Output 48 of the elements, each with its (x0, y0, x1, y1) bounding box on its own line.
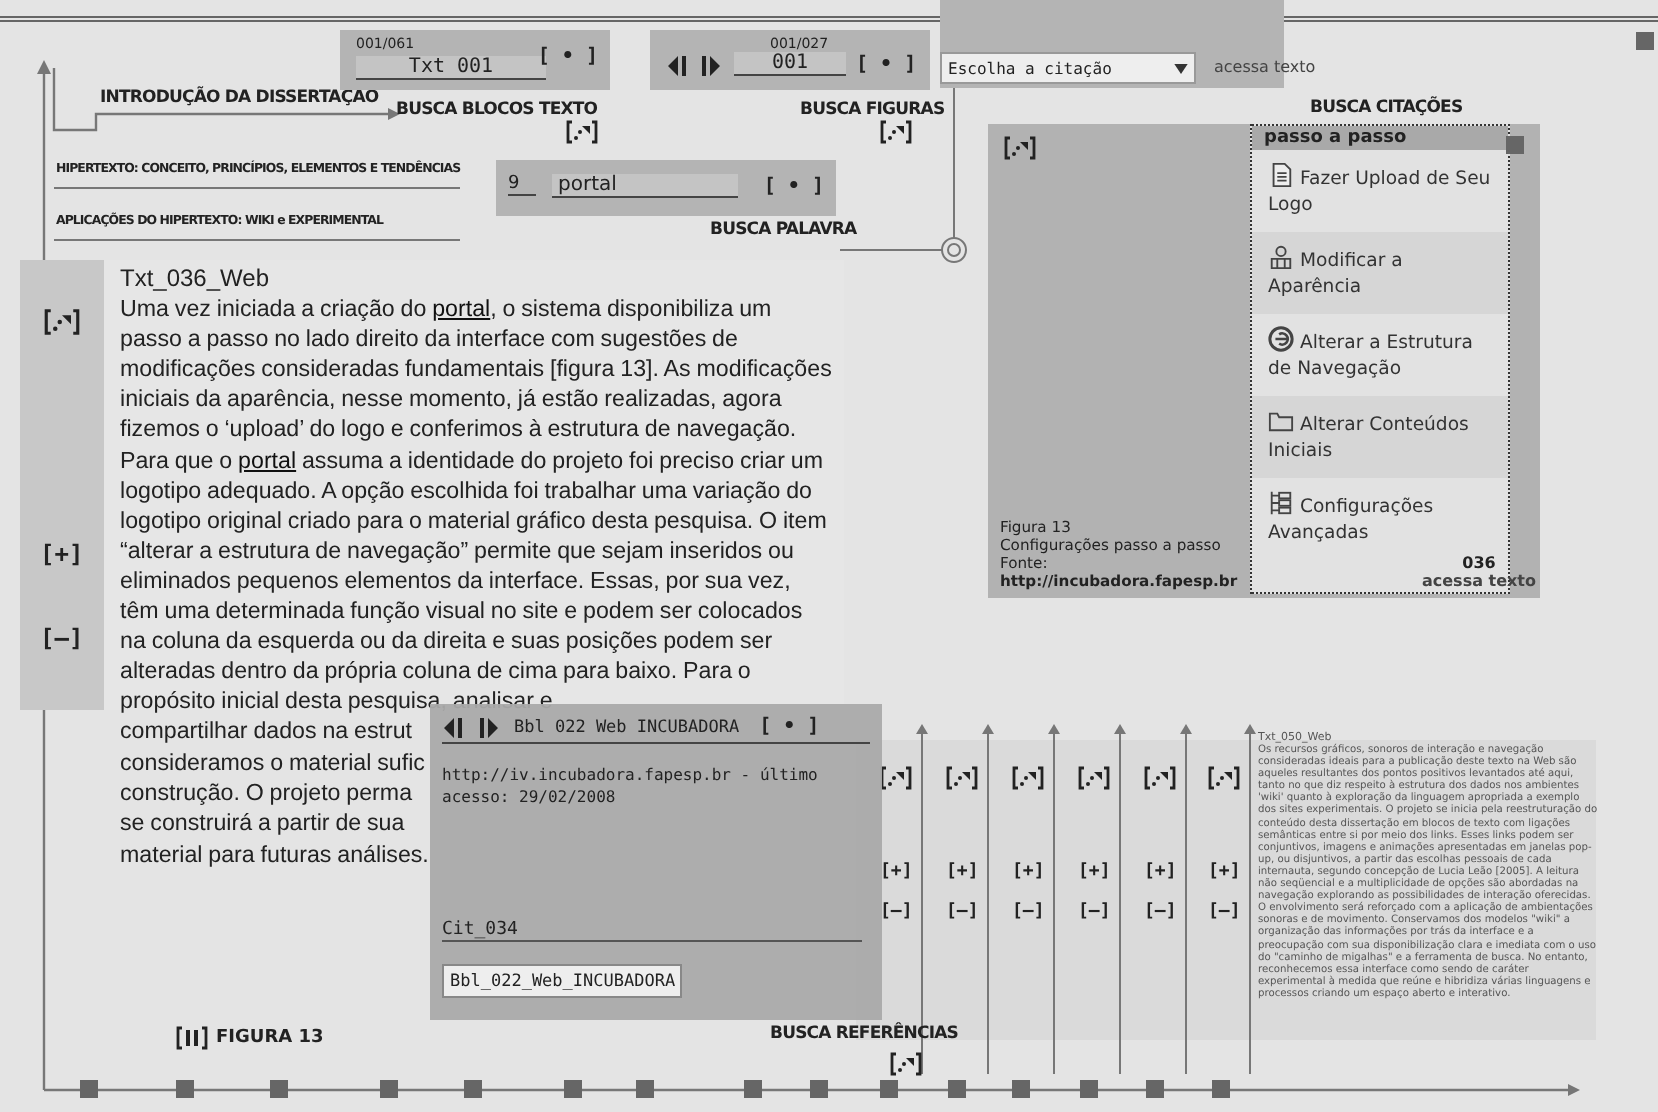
zoom-button[interactable]: [+] (1144, 862, 1177, 882)
panel-title: passo a passo (1252, 126, 1508, 150)
search-field[interactable]: 001 (734, 52, 846, 76)
go-button[interactable]: [ • ] (856, 54, 917, 76)
step-item[interactable]: Alterar a Estrutura de Navegação (1252, 314, 1508, 396)
reference-select[interactable]: Bbl_022_Web_INCUBADORA (442, 964, 682, 998)
step-item[interactable]: Modificar a Aparência (1252, 232, 1508, 314)
zoom-button[interactable]: [+] (1012, 862, 1045, 882)
zoom-button[interactable]: [—] (946, 902, 979, 922)
zoom-button[interactable]: [+] (880, 862, 913, 882)
search-label: BUSCA REFERÊNCIAS (770, 1024, 959, 1044)
zoom-button[interactable]: [+] (946, 862, 979, 882)
access-text-link[interactable]: acessa texto (1421, 572, 1536, 590)
zoom-button[interactable]: [—] (1208, 902, 1241, 922)
text-line: material para futuras análises. (120, 841, 429, 868)
step-item[interactable]: Alterar Conteúdos Iniciais (1252, 396, 1508, 478)
step-item[interactable]: Fazer Upload de Seu Logo (1252, 150, 1508, 232)
search-field[interactable]: portal (552, 174, 738, 198)
reference-text: http://iv.incubadora.fapesp.br - último acesso: 29/02/2008 (442, 764, 820, 808)
search-label: BUSCA BLOCOS TEXTO (396, 100, 598, 120)
portal-link[interactable]: portal (432, 296, 491, 323)
search-label: BUSCA CITAÇÕES (1310, 98, 1463, 118)
block-number: 036 (1462, 554, 1496, 572)
access-text-link[interactable]: acessa texto (1214, 58, 1316, 76)
go-button[interactable]: [ • ] (763, 176, 824, 198)
nav-link[interactable]: INTRODUÇÃO DA DISSERTAÇÃO (100, 88, 379, 108)
zoom-button[interactable]: [—] (1012, 902, 1045, 922)
text-line: consideramos o material sufic (120, 749, 425, 776)
search-label: BUSCA FIGURAS (800, 100, 945, 120)
zoom-button[interactable]: [+] (40, 540, 84, 568)
text-line: compartilhar dados na estrut (120, 718, 413, 745)
portal-link[interactable]: portal (238, 447, 297, 474)
citation-field[interactable]: Cit_034 (442, 920, 862, 942)
zoom-button[interactable]: [+] (1208, 862, 1241, 882)
result-count: 9 (508, 174, 536, 196)
block-title: Txt_036_Web (120, 264, 271, 295)
figure-link[interactable]: FIGURA 13 (216, 1028, 324, 1048)
zoom-button[interactable]: [—] (1078, 902, 1111, 922)
text-line: se construirá a partir de sua (120, 810, 405, 837)
zoom-button[interactable]: [—] (880, 902, 913, 922)
zoom-button[interactable]: [—] (40, 624, 84, 652)
reference-field[interactable]: Bbl 022 Web INCUBADORA (514, 717, 740, 737)
citation-select[interactable]: Escolha a citação (940, 52, 1196, 84)
go-button[interactable]: [ • ] (759, 716, 820, 738)
zoom-button[interactable]: [+] (1078, 862, 1111, 882)
zoom-button[interactable]: [—] (1144, 902, 1177, 922)
search-label: BUSCA PALAVRA (710, 220, 857, 240)
text-line: construção. O projeto perma (120, 780, 413, 806)
